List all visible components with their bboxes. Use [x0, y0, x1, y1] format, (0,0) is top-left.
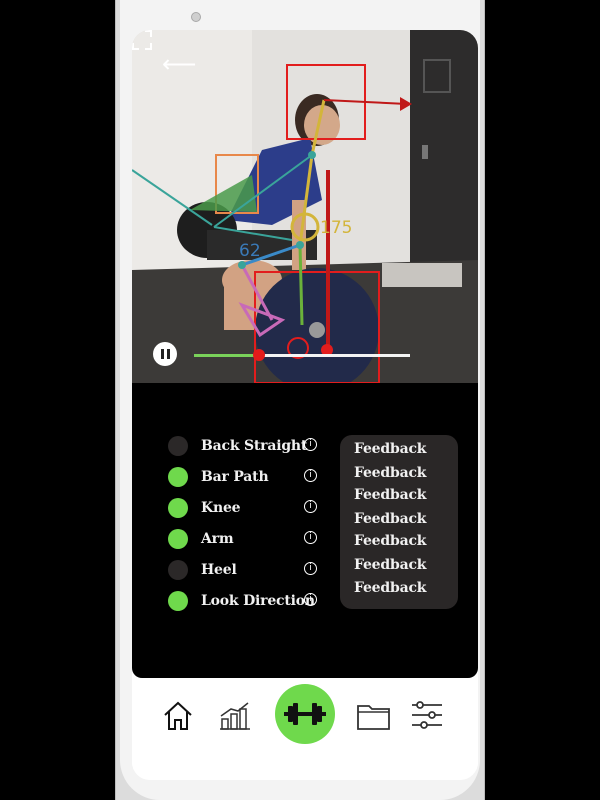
metric-row: Knee i: [168, 497, 328, 519]
metric-row: Look Direction i: [168, 590, 328, 612]
fullscreen-icon[interactable]: [132, 30, 152, 50]
metric-status-dot: [168, 560, 188, 580]
metric-row: Bar Path i: [168, 466, 328, 488]
metric-status-dot: [168, 498, 188, 518]
phone-frame: 175 62 ⟵ Back Straight i Bar Path i Knee i Arm…: [115, 0, 485, 800]
analysis-panel: Back Straight i Bar Path i Knee i Arm i Heel i Loo…: [132, 383, 478, 678]
video-player[interactable]: 175 62 ⟵: [132, 30, 478, 383]
feedback-item: Feedback: [354, 580, 427, 596]
metric-label: Bar Path: [201, 469, 269, 485]
app-screen: 175 62 ⟵ Back Straight i Bar Path i Knee i Arm…: [132, 30, 478, 780]
feedback-item: Feedback: [354, 533, 427, 549]
info-icon[interactable]: i: [304, 562, 317, 575]
bottom-navigation: [132, 678, 478, 780]
info-icon[interactable]: i: [304, 469, 317, 482]
home-icon[interactable]: [162, 700, 194, 732]
metric-label: Back Straight: [201, 438, 308, 454]
folder-icon[interactable]: [356, 700, 392, 732]
hip-angle-label: 175: [320, 218, 352, 238]
metric-row: Back Straight i: [168, 435, 328, 457]
metric-status-dot: [168, 436, 188, 456]
feedback-item: Feedback: [354, 511, 427, 527]
metric-status-dot: [168, 529, 188, 549]
phone-body: 175 62 ⟵ Back Straight i Bar Path i Knee i Arm…: [120, 0, 480, 800]
pose-analysis-frame: 175 62: [132, 30, 478, 383]
dumbbell-icon: [284, 703, 326, 725]
feedback-item: Feedback: [354, 487, 427, 503]
metric-row: Heel i: [168, 559, 328, 581]
pause-icon-bar: [166, 349, 170, 359]
metric-status-dot: [168, 467, 188, 487]
info-icon[interactable]: i: [304, 593, 317, 606]
metric-status-dot: [168, 591, 188, 611]
front-camera: [191, 12, 201, 22]
feedback-item: Feedback: [354, 441, 427, 457]
metric-label: Look Direction: [201, 593, 315, 609]
metric-label: Arm: [201, 531, 234, 547]
feedback-item: Feedback: [354, 465, 427, 481]
chart-icon[interactable]: [218, 700, 252, 732]
info-icon[interactable]: i: [304, 438, 317, 451]
info-icon[interactable]: i: [304, 500, 317, 513]
sliders-icon[interactable]: [410, 700, 444, 730]
pause-icon-bar: [160, 349, 164, 359]
progress-thumb[interactable]: [252, 349, 265, 361]
video-progress-bar[interactable]: [194, 349, 410, 361]
knee-angle-label: 62: [239, 241, 261, 261]
metric-label: Heel: [201, 562, 237, 578]
feedback-box: Feedback Feedback Feedback Feedback Feedback…: [340, 435, 458, 609]
metric-row: Arm i: [168, 528, 328, 550]
info-icon[interactable]: i: [304, 531, 317, 544]
feedback-item: Feedback: [354, 557, 427, 573]
progress-fill: [194, 354, 259, 357]
workout-button[interactable]: [275, 684, 335, 744]
pause-button[interactable]: [153, 342, 177, 366]
metric-label: Knee: [201, 500, 241, 516]
back-arrow-icon[interactable]: ⟵: [162, 52, 196, 76]
